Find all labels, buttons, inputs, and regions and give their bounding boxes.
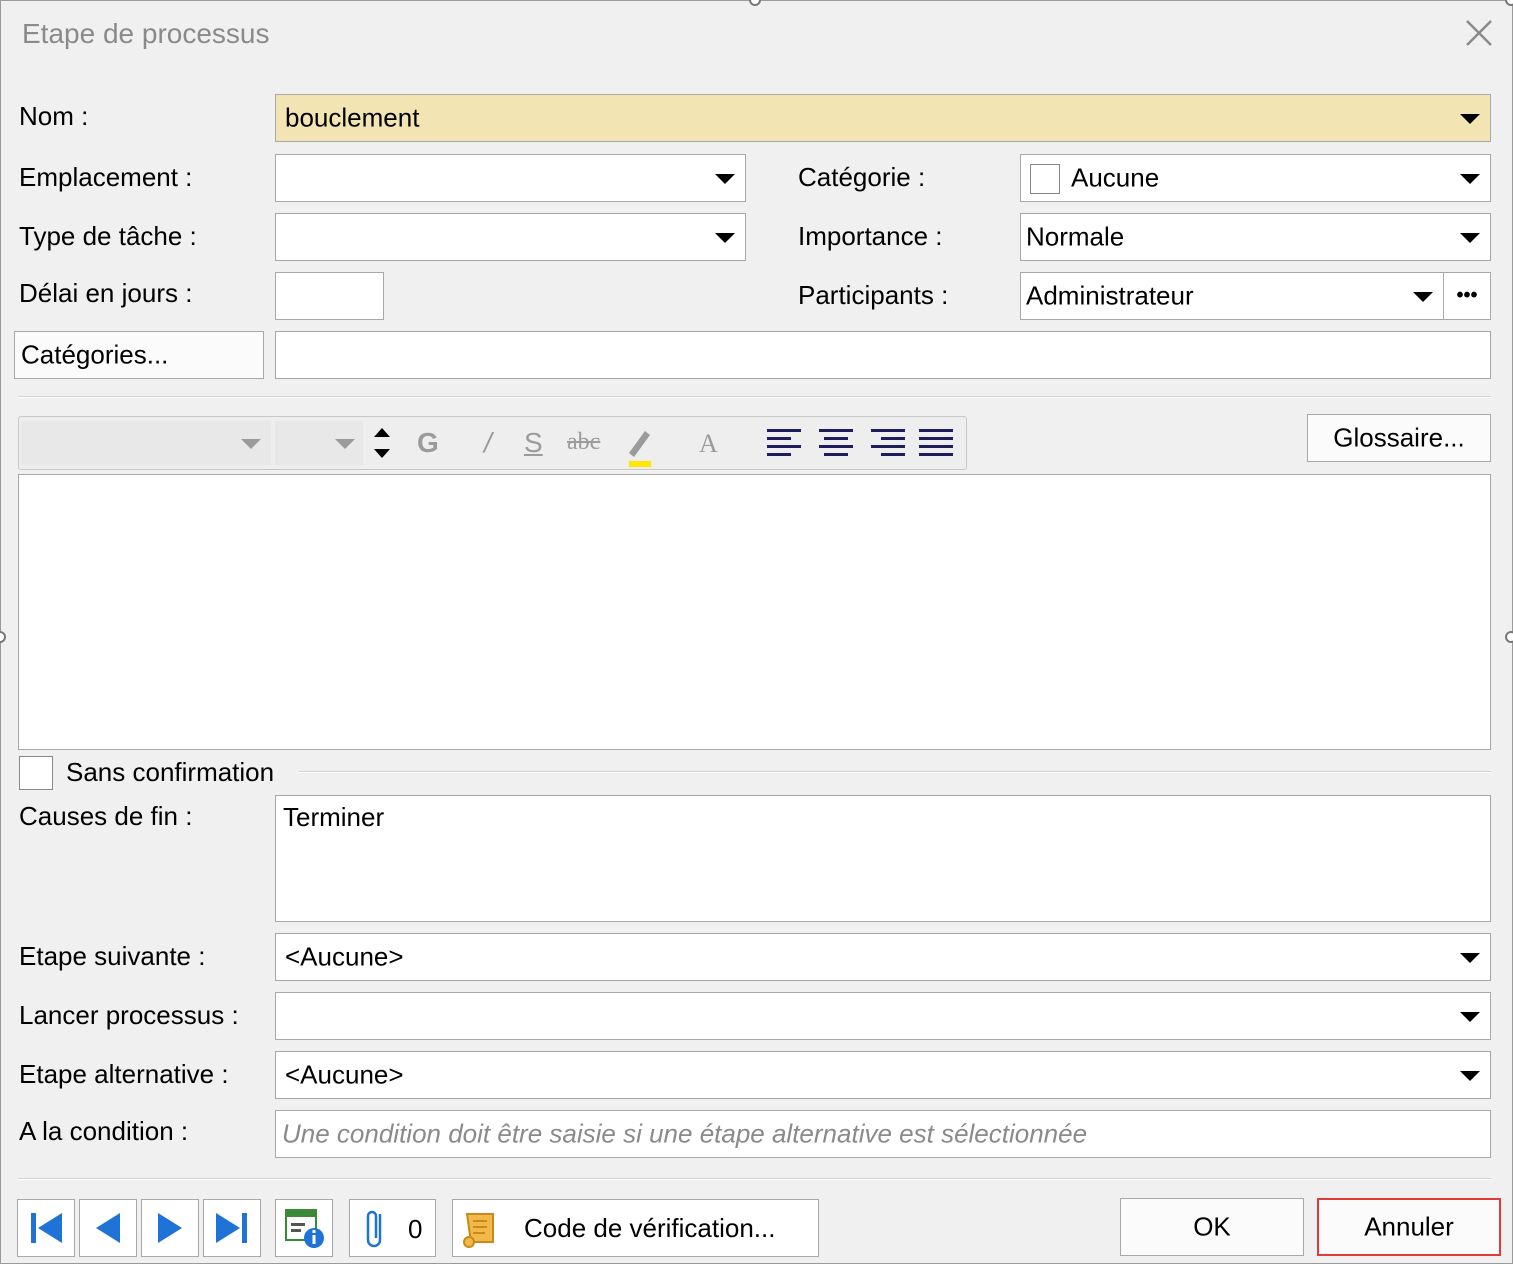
spinner-arrows-icon: [374, 428, 390, 458]
next-icon: [158, 1213, 182, 1243]
lancer-processus-combobox[interactable]: [275, 992, 1491, 1040]
condition-label: A la condition :: [19, 1116, 189, 1146]
previous-icon: [96, 1213, 120, 1243]
nom-value: bouclement: [285, 102, 420, 133]
cancel-button[interactable]: Annuler: [1317, 1198, 1501, 1256]
font-color-button[interactable]: A: [699, 429, 718, 459]
etape-alternative-label: Etape alternative :: [19, 1059, 229, 1089]
attachments-button[interactable]: 0: [349, 1199, 436, 1257]
chevron-down-icon[interactable]: [1460, 233, 1480, 243]
next-record-button[interactable]: [141, 1199, 199, 1257]
categorie-combobox[interactable]: Aucune: [1020, 154, 1491, 202]
chevron-down-icon[interactable]: [1413, 292, 1433, 302]
glossaire-button-label: Glossaire...: [1333, 422, 1465, 453]
align-right-icon: [871, 429, 905, 456]
chevron-down-icon[interactable]: [1460, 953, 1480, 963]
chevron-down-icon[interactable]: [241, 439, 261, 449]
type-tache-combobox[interactable]: [275, 213, 746, 261]
window-title: Etape de processus: [22, 18, 270, 49]
etape-suivante-combobox[interactable]: <Aucune>: [275, 933, 1491, 981]
glossaire-button[interactable]: Glossaire...: [1307, 414, 1491, 462]
properties-info-icon: [285, 1209, 324, 1248]
condition-placeholder: Une condition doit être saisie si une ét…: [282, 1118, 1088, 1149]
causes-label: Causes de fin :: [19, 801, 193, 831]
sans-confirmation-checkbox[interactable]: [19, 756, 53, 790]
chevron-down-icon[interactable]: [715, 233, 735, 243]
list-item[interactable]: Terminer: [283, 802, 384, 833]
chevron-down-icon[interactable]: [1460, 174, 1480, 184]
sans-confirmation-label: Sans confirmation: [66, 757, 275, 787]
font-family-select[interactable]: [21, 421, 271, 465]
separator: [18, 1178, 1491, 1180]
resize-handle-right[interactable]: [1505, 631, 1513, 643]
participants-label: Participants :: [798, 280, 949, 310]
separator: [298, 771, 1491, 773]
code-verification-label: Code de vérification...: [524, 1213, 776, 1243]
previous-record-button[interactable]: [79, 1199, 137, 1257]
importance-label: Importance :: [798, 221, 943, 251]
categorie-label: Catégorie :: [798, 162, 926, 192]
ok-button-label: OK: [1193, 1211, 1231, 1242]
bold-button[interactable]: G: [417, 427, 439, 459]
align-center-icon: [819, 429, 853, 456]
highlight-button[interactable]: [621, 425, 657, 467]
etape-alternative-value: <Aucune>: [285, 1059, 404, 1090]
separator: [18, 396, 1491, 398]
italic-button[interactable]: /: [484, 427, 492, 459]
font-size-select[interactable]: [275, 421, 363, 465]
align-justify-icon: [919, 429, 953, 456]
participants-more-button[interactable]: •••: [1443, 272, 1491, 320]
format-toolbar: G / S abc A: [18, 416, 967, 470]
etape-suivante-value: <Aucune>: [285, 941, 404, 972]
underline-button[interactable]: S: [524, 427, 543, 459]
importance-combobox[interactable]: Normale: [1020, 213, 1491, 261]
first-icon: [31, 1213, 62, 1243]
delai-input[interactable]: [275, 272, 384, 320]
ok-button[interactable]: OK: [1120, 1198, 1304, 1256]
chevron-down-icon[interactable]: [1460, 1012, 1480, 1022]
code-verification-button[interactable]: Code de vérification...: [452, 1199, 819, 1257]
emplacement-combobox[interactable]: [275, 154, 746, 202]
alignment-group: [767, 427, 967, 461]
chevron-down-icon[interactable]: [715, 174, 735, 184]
nom-combobox[interactable]: bouclement: [275, 94, 1491, 142]
close-icon[interactable]: [1462, 16, 1496, 50]
category-color-swatch: [1030, 164, 1060, 194]
etape-suivante-label: Etape suivante :: [19, 941, 206, 971]
categories-button-label: Catégories...: [21, 339, 169, 370]
size-spinner[interactable]: [367, 421, 397, 465]
paperclip-icon: [366, 1210, 382, 1248]
importance-value: Normale: [1026, 221, 1125, 252]
chevron-down-icon[interactable]: [335, 439, 355, 449]
last-icon: [216, 1213, 247, 1243]
condition-input[interactable]: Une condition doit être saisie si une ét…: [275, 1110, 1491, 1158]
participants-combobox[interactable]: Administrateur: [1020, 272, 1444, 320]
chevron-down-icon[interactable]: [1460, 114, 1480, 124]
nom-label: Nom :: [19, 101, 89, 131]
strikethrough-button[interactable]: abc: [567, 429, 600, 456]
categorie-value: Aucune: [1071, 162, 1160, 193]
highlighter-icon: [629, 431, 651, 467]
type-tache-label: Type de tâche :: [19, 221, 197, 251]
align-left-icon: [767, 429, 801, 456]
description-editor[interactable]: [18, 474, 1491, 750]
properties-button[interactable]: [275, 1199, 333, 1257]
etape-alternative-combobox[interactable]: <Aucune>: [275, 1051, 1491, 1099]
lancer-processus-label: Lancer processus :: [19, 1000, 239, 1030]
scroll-icon: [463, 1213, 494, 1248]
categories-button[interactable]: Catégories...: [14, 331, 264, 379]
categories-input[interactable]: [275, 331, 1491, 379]
emplacement-label: Emplacement :: [19, 162, 193, 192]
ellipsis-icon: •••: [1456, 284, 1478, 307]
cancel-button-label: Annuler: [1364, 1211, 1454, 1242]
chevron-down-icon[interactable]: [1460, 1071, 1480, 1081]
causes-list[interactable]: Terminer: [275, 795, 1491, 922]
first-record-button[interactable]: [17, 1199, 75, 1257]
attachments-count: 0: [408, 1214, 423, 1244]
delai-label: Délai en jours :: [19, 278, 193, 308]
last-record-button[interactable]: [203, 1199, 261, 1257]
participants-value: Administrateur: [1026, 280, 1194, 311]
